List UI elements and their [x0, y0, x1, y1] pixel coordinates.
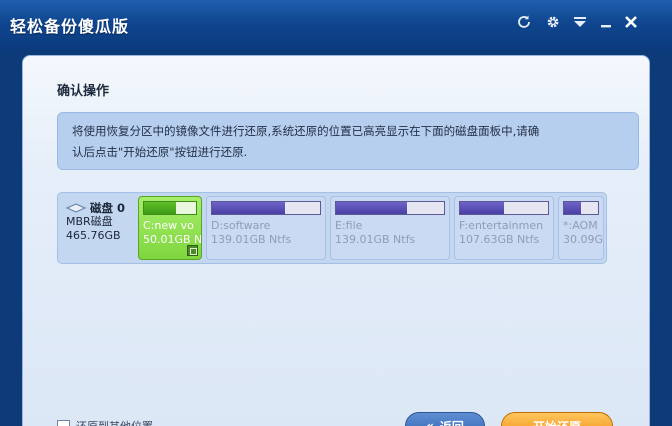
gear-icon[interactable]: [543, 12, 563, 32]
back-button-label: 返回: [440, 418, 464, 426]
double-chevron-left-icon: «: [426, 419, 434, 426]
partition-label: *:AOM: [563, 219, 598, 232]
disk-name: 磁盘 0: [90, 201, 126, 215]
partition-size: 30.09G: [563, 233, 604, 246]
info-line-1: 将使用恢复分区中的镜像文件进行还原,系统还原的位置已高亮显示在下面的磁盘面板中,…: [72, 124, 540, 138]
main-panel: 确认操作 将使用恢复分区中的镜像文件进行还原,系统还原的位置已高亮显示在下面的磁…: [22, 55, 650, 426]
section-title: 确认操作: [57, 84, 110, 99]
restore-elsewhere-checkbox[interactable]: [57, 419, 70, 426]
restore-elsewhere-label: 还原到其他位置: [76, 418, 153, 426]
partition-d[interactable]: D:software 139.01GB Ntfs: [206, 196, 326, 260]
title-bar: 轻松备份傻瓜版: [0, 0, 672, 50]
partition-label: E:file: [335, 219, 363, 232]
app-title: 轻松备份傻瓜版: [10, 17, 130, 36]
partition-label: D:software: [211, 219, 271, 232]
partition-f[interactable]: F:entertainmen 107.63GB Ntfs: [454, 196, 554, 260]
partition-aom[interactable]: *:AOM 30.09G: [558, 196, 604, 260]
partition-e[interactable]: E:file 139.01GB Ntfs: [330, 196, 450, 260]
start-restore-button[interactable]: 开始还原: [501, 412, 613, 426]
disk-size: 465.76GB: [66, 229, 121, 242]
close-icon[interactable]: [621, 12, 641, 32]
usage-bar: [211, 201, 321, 215]
info-line-2: 认后点击"开始还原"按钮进行还原.: [72, 145, 248, 159]
partition-label: F:entertainmen: [459, 219, 544, 232]
refresh-icon[interactable]: [514, 12, 534, 32]
disk-icon: [66, 203, 86, 213]
usage-bar: [563, 201, 599, 215]
minimize-icon[interactable]: [596, 12, 616, 32]
restore-elsewhere-option[interactable]: 还原到其他位置: [57, 418, 153, 426]
back-button[interactable]: « 返回: [405, 412, 485, 426]
windows-icon: [187, 245, 198, 256]
partition-size: 107.63GB Ntfs: [459, 233, 540, 246]
start-restore-label: 开始还原: [533, 418, 581, 426]
disk-info: 磁盘 0 MBR磁盘 465.76GB: [66, 201, 144, 243]
info-message: 将使用恢复分区中的镜像文件进行还原,系统还原的位置已高亮显示在下面的磁盘面板中,…: [57, 112, 639, 170]
partition-c[interactable]: C:new vo 50.01GB N: [138, 196, 202, 260]
dropdown-icon[interactable]: [570, 12, 590, 32]
partition-size: 139.01GB Ntfs: [211, 233, 292, 246]
partition-label: C:new vo: [143, 219, 194, 232]
disk-type: MBR磁盘: [66, 215, 113, 228]
partition-size: 139.01GB Ntfs: [335, 233, 416, 246]
usage-bar: [335, 201, 445, 215]
usage-bar: [459, 201, 549, 215]
usage-bar: [143, 201, 197, 215]
disk-panel: 磁盘 0 MBR磁盘 465.76GB C:new vo 50.01GB N D…: [57, 192, 607, 264]
